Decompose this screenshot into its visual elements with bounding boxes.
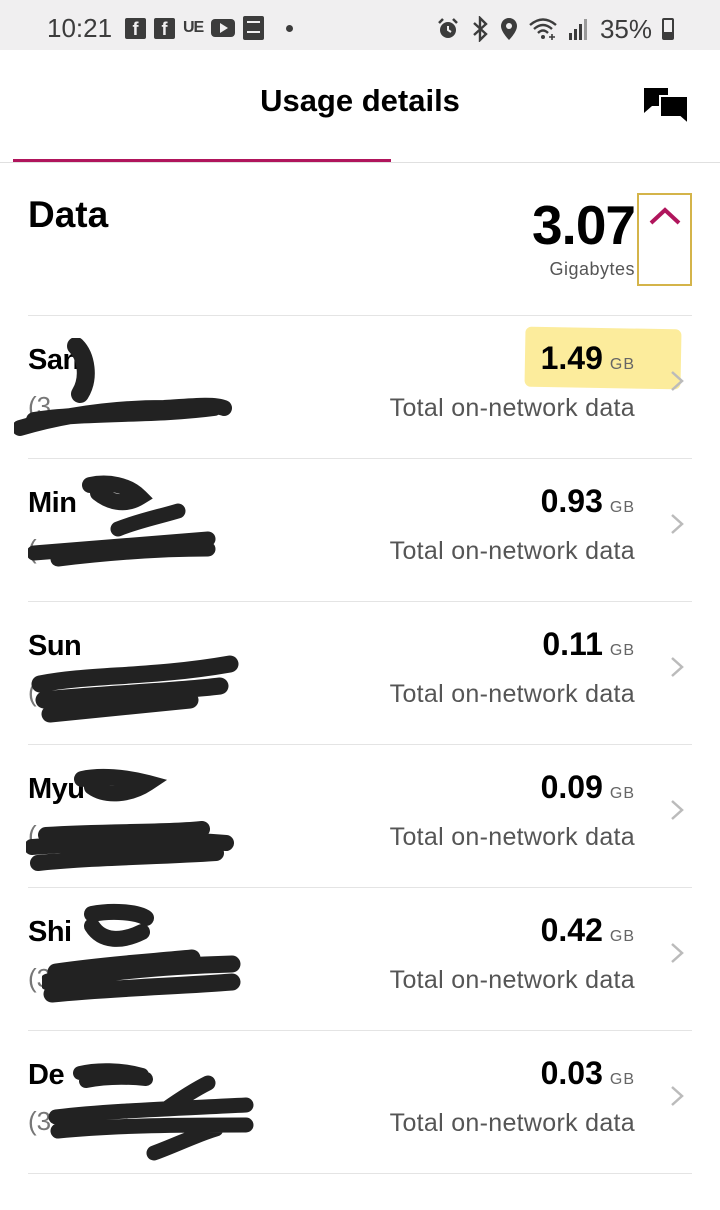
location-icon bbox=[500, 18, 517, 40]
usage-value: 1.49 bbox=[540, 340, 603, 376]
chevron-up-icon bbox=[649, 207, 681, 225]
redaction-scribble bbox=[42, 903, 241, 1003]
usage-unit: GB bbox=[609, 356, 635, 373]
line-number: ( bbox=[28, 677, 37, 707]
line-number: ( bbox=[28, 534, 37, 564]
line-row[interactable]: Min ( 0.93 GB Total on-network data bbox=[28, 459, 692, 602]
usage-unit: GB bbox=[609, 499, 635, 516]
chevron-right-icon bbox=[671, 1086, 684, 1106]
line-number: ( bbox=[28, 820, 37, 850]
line-number: (3 bbox=[28, 1106, 52, 1136]
chat-icon[interactable] bbox=[640, 86, 692, 126]
chevron-right-icon bbox=[671, 371, 684, 391]
app-header: Usage details bbox=[0, 50, 720, 163]
usage-value: 0.03 bbox=[540, 1055, 603, 1091]
line-number: (3 bbox=[28, 963, 52, 993]
usage-unit: GB bbox=[609, 928, 635, 945]
line-name: Myu bbox=[28, 773, 85, 805]
notification-icons: f f UE bbox=[125, 16, 294, 40]
facebook-icon: f bbox=[154, 17, 175, 39]
wifi-icon bbox=[529, 18, 557, 40]
line-usage: 0.93 GB bbox=[541, 483, 635, 520]
system-icons: 35% bbox=[436, 14, 674, 44]
usage-unit: GB bbox=[609, 642, 635, 659]
collapse-button[interactable] bbox=[637, 193, 692, 286]
chevron-right-icon bbox=[671, 514, 684, 534]
status-time: 10:21 bbox=[47, 13, 113, 43]
tab-indicator bbox=[13, 159, 391, 162]
bluetooth-icon bbox=[473, 16, 488, 42]
line-number: (3 bbox=[28, 391, 52, 421]
data-summary: Data 3.07 Gigabytes bbox=[28, 163, 692, 316]
line-row[interactable]: San (3 1.49 GB Total on-network data bbox=[14, 316, 692, 459]
usage-value: 0.09 bbox=[540, 769, 603, 805]
line-name: De bbox=[28, 1059, 65, 1091]
usage-value: 0.42 bbox=[540, 912, 603, 948]
status-bar: 10:21 f f UE 35% bbox=[0, 0, 720, 50]
line-name: Sun bbox=[28, 630, 82, 662]
signal-icon bbox=[568, 19, 587, 40]
line-usage: 0.09 GB bbox=[541, 769, 635, 806]
line-usage: 0.42 GB bbox=[541, 912, 635, 949]
chevron-right-icon bbox=[671, 800, 684, 820]
line-usage: 1.49 GB bbox=[541, 340, 635, 377]
page-title: Usage details bbox=[260, 83, 460, 118]
line-name: Min bbox=[28, 487, 77, 519]
usage-description: Total on-network data bbox=[389, 537, 635, 565]
battery-icon bbox=[662, 18, 674, 40]
line-row[interactable]: Myu ( 0.09 GB Total on-network data bbox=[26, 745, 692, 888]
summary-title: Data bbox=[28, 194, 109, 235]
ue-icon: UE bbox=[183, 19, 204, 36]
usage-unit: GB bbox=[609, 785, 635, 802]
redaction-scribble bbox=[31, 655, 239, 723]
chevron-right-icon bbox=[671, 943, 684, 963]
line-name: San bbox=[28, 344, 80, 376]
youtube-icon bbox=[211, 19, 236, 37]
usage-description: Total on-network data bbox=[389, 966, 635, 994]
redaction-scribble bbox=[48, 1063, 254, 1161]
usage-unit: GB bbox=[609, 1071, 635, 1088]
usage-value: 0.93 bbox=[540, 483, 603, 519]
facebook-icon: f bbox=[125, 17, 146, 39]
battery-percent: 35% bbox=[599, 13, 652, 44]
usage-description: Total on-network data bbox=[389, 394, 635, 422]
more-notifications-icon bbox=[286, 24, 294, 32]
line-usage: 0.11 GB bbox=[542, 626, 635, 663]
usage-description: Total on-network data bbox=[389, 823, 635, 851]
line-row[interactable]: Shi (3 0.42 GB Total on-network data bbox=[28, 888, 692, 1031]
line-row[interactable]: De (3 0.03 GB Total on-network data bbox=[28, 1031, 692, 1174]
bible-icon bbox=[243, 16, 265, 40]
alarm-icon bbox=[438, 18, 458, 38]
summary-total: 3.07 bbox=[531, 194, 636, 256]
usage-description: Total on-network data bbox=[389, 1109, 635, 1137]
chevron-right-icon bbox=[671, 657, 684, 677]
line-name: Shi bbox=[28, 916, 72, 948]
summary-unit: Gigabytes bbox=[549, 259, 635, 279]
line-usage: 0.03 GB bbox=[541, 1055, 635, 1092]
usage-value: 0.11 bbox=[542, 626, 603, 662]
line-row[interactable]: Sun ( 0.11 GB Total on-network data bbox=[28, 602, 692, 745]
lines-list: San (3 1.49 GB Total on-network data Min… bbox=[14, 316, 692, 1174]
usage-description: Total on-network data bbox=[389, 680, 635, 708]
